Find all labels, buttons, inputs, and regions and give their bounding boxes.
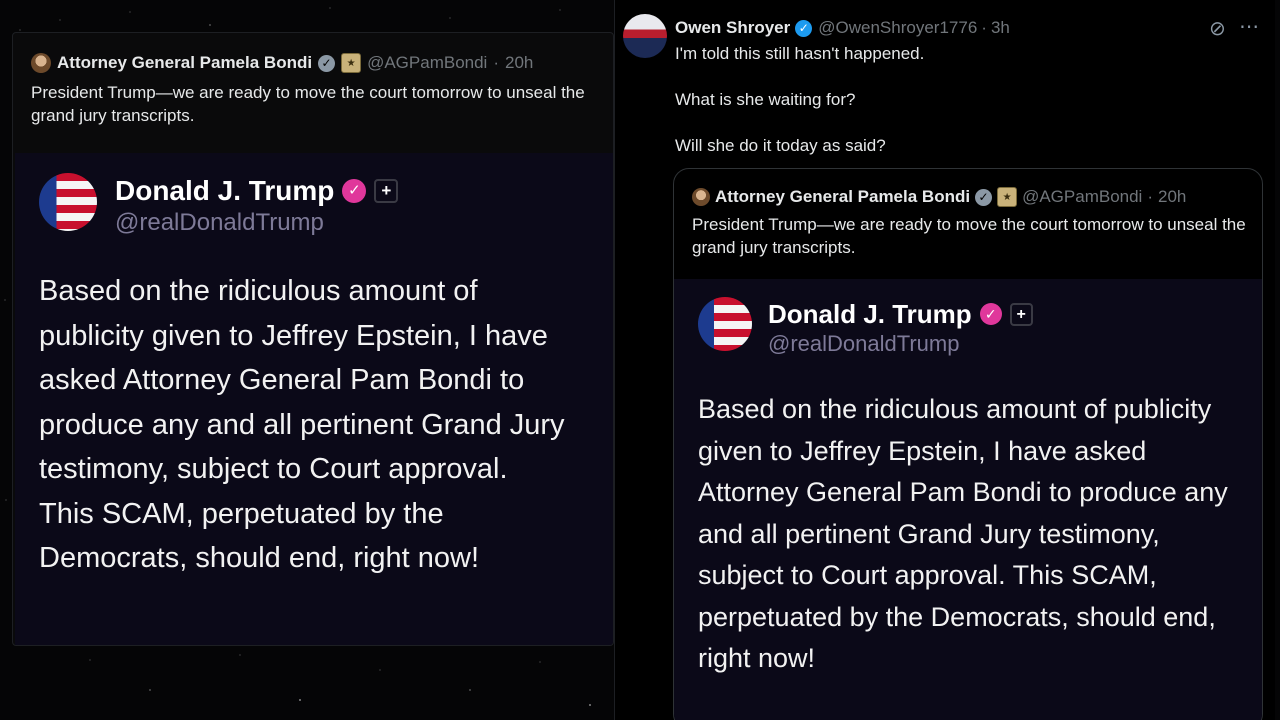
quote-time[interactable]: 20h (505, 53, 533, 73)
post-header: Owen Shroyer ✓ @OwenShroyer1776 · 3h (675, 18, 1010, 38)
government-seal-icon: ★ (997, 187, 1018, 207)
verified-pink-icon: ✓ (979, 303, 1002, 325)
trump-avatar[interactable] (39, 173, 97, 231)
embedded-truth-author: Donald J. Trump (768, 298, 972, 329)
verified-gray-icon: ✓ (975, 188, 993, 206)
embedded-truth-body: Based on the ridiculous amount of public… (698, 394, 1228, 673)
left-quote-card[interactable]: Attorney General Pamela Bondi ✓ ★ @AGPam… (12, 32, 614, 646)
embedded-quote-author[interactable]: Attorney General Pamela Bondi (715, 187, 970, 207)
truth-handle: @realDonaldTrump (115, 209, 324, 236)
bondi-avatar-small[interactable] (692, 188, 710, 206)
bondi-avatar[interactable] (31, 53, 51, 73)
embedded-truth-card[interactable]: Donald J. Trump ✓ + @realDonaldTrump Bas… (674, 279, 1262, 720)
embedded-truth-handle: @realDonaldTrump (768, 331, 960, 356)
post-text: I'm told this still hasn't happened. Wha… (675, 42, 924, 157)
post-line-1: I'm told this still hasn't happened. (675, 44, 925, 63)
owen-avatar[interactable] (623, 14, 667, 58)
embedded-quote-header: Attorney General Pamela Bondi ✓ ★ @AGPam… (692, 187, 1252, 207)
embedded-quote-time[interactable]: 20h (1158, 187, 1186, 207)
quote-handle[interactable]: @AGPamBondi (367, 53, 487, 73)
post-separator: · (981, 18, 987, 37)
more-options-icon[interactable]: ⋯ (1239, 14, 1259, 39)
grok-icon[interactable]: ⊘ (1209, 16, 1226, 41)
embedded-quote-handle[interactable]: @AGPamBondi (1022, 187, 1142, 207)
government-seal-icon: ★ (341, 53, 362, 73)
owen-post[interactable]: Owen Shroyer ✓ @OwenShroyer1776 · 3h ⊘ ⋯… (614, 0, 1275, 720)
post-author-name[interactable]: Owen Shroyer (675, 18, 790, 38)
quote-header: Attorney General Pamela Bondi ✓ ★ @AGPam… (31, 53, 605, 73)
truth-social-card[interactable]: Donald J. Trump ✓ + @realDonaldTrump Bas… (15, 153, 613, 645)
truth-author-name: Donald J. Trump (115, 175, 335, 206)
post-line-3: Will she do it today as said? (675, 136, 886, 155)
verified-gray-icon: ✓ (318, 54, 336, 72)
follow-plus-button[interactable]: + (1009, 302, 1033, 326)
quote-separator: · (493, 53, 500, 72)
verified-blue-icon: ✓ (795, 19, 813, 37)
embedded-quote-separator: · (1147, 187, 1154, 206)
post-time[interactable]: 3h (991, 18, 1010, 38)
quote-text: President Trump—we are ready to move the… (31, 83, 585, 125)
verified-pink-icon: ✓ (342, 179, 367, 203)
quote-author-name[interactable]: Attorney General Pamela Bondi (57, 53, 312, 73)
truth-body: Based on the ridiculous amount of public… (39, 275, 565, 574)
trump-avatar-small[interactable] (698, 297, 752, 351)
embedded-quote-card[interactable]: Attorney General Pamela Bondi ✓ ★ @AGPam… (673, 168, 1263, 720)
embedded-quote-text: President Trump—we are ready to move the… (692, 215, 1246, 257)
follow-plus-button[interactable]: + (374, 179, 399, 203)
post-handle[interactable]: @OwenShroyer1776 (818, 18, 977, 38)
post-line-2: What is she waiting for? (675, 90, 856, 109)
